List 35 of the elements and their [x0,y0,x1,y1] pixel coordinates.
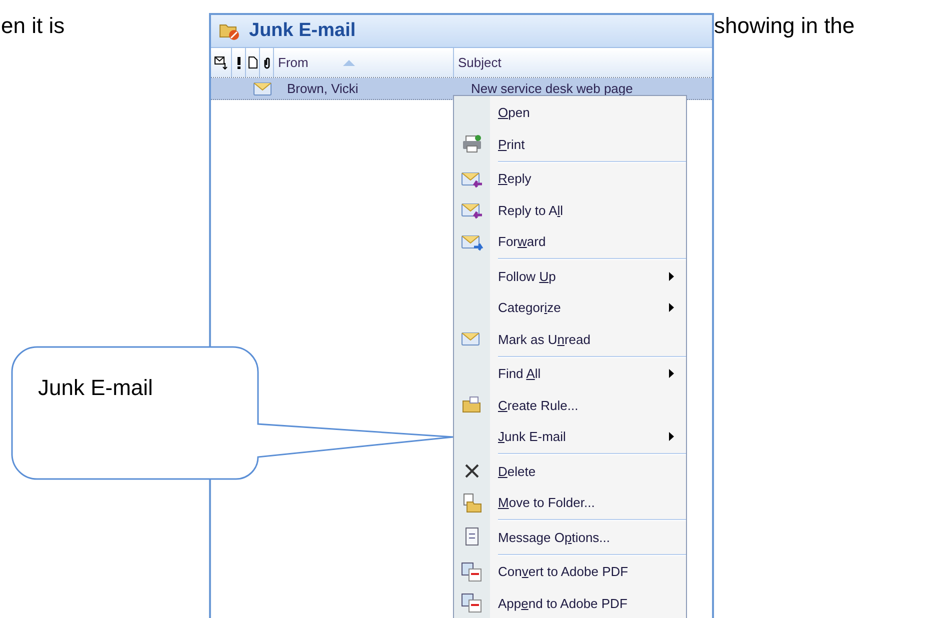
menu-item[interactable]: Convert to Adobe PDF [454,556,686,588]
close-icon [464,463,480,480]
sender-name: Brown, Vicki [287,80,360,98]
column-header[interactable]: Subject [453,48,712,77]
pdf-icon [461,562,483,582]
column-header[interactable]: From [273,48,453,77]
menu-item[interactable]: Junk E-mail [454,421,686,452]
menu-item[interactable]: Move to Folder... [454,487,686,518]
folder-icon [461,492,483,513]
page-icon [248,56,258,69]
document-text: en it is [1,13,65,38]
callout-text: Junk E-mail [38,374,153,402]
folder-icon [461,395,483,416]
menu-item[interactable]: Follow Up [454,260,686,292]
document-icon [464,527,480,548]
paperclip-icon [262,56,270,69]
menu-item[interactable]: Find All [454,358,686,390]
pdf-icon [461,593,483,614]
menu-item[interactable]: Create Rule... [454,390,686,421]
importance-icon [236,56,240,68]
menu-item[interactable]: Reply [454,163,686,194]
menu-item[interactable]: Categorize [454,292,686,324]
menu-item[interactable]: Open [454,97,686,128]
menu-item[interactable]: Forward [454,226,686,258]
menu-item[interactable]: Print [454,128,686,160]
menu-item[interactable]: Mark as Unread [454,324,686,355]
menu-item[interactable]: Append to Adobe PDF [454,588,686,618]
envelope-icon [214,56,228,70]
menu-item[interactable]: Reply to All [454,194,686,226]
menu-item[interactable]: Delete [454,456,686,487]
document-text: showing in the [714,13,855,38]
subject-text: New service desk web page [470,80,633,98]
folder-title: Junk E-mail [249,18,356,43]
printer-icon [461,134,483,154]
menu-item[interactable]: Message Options... [454,522,686,553]
